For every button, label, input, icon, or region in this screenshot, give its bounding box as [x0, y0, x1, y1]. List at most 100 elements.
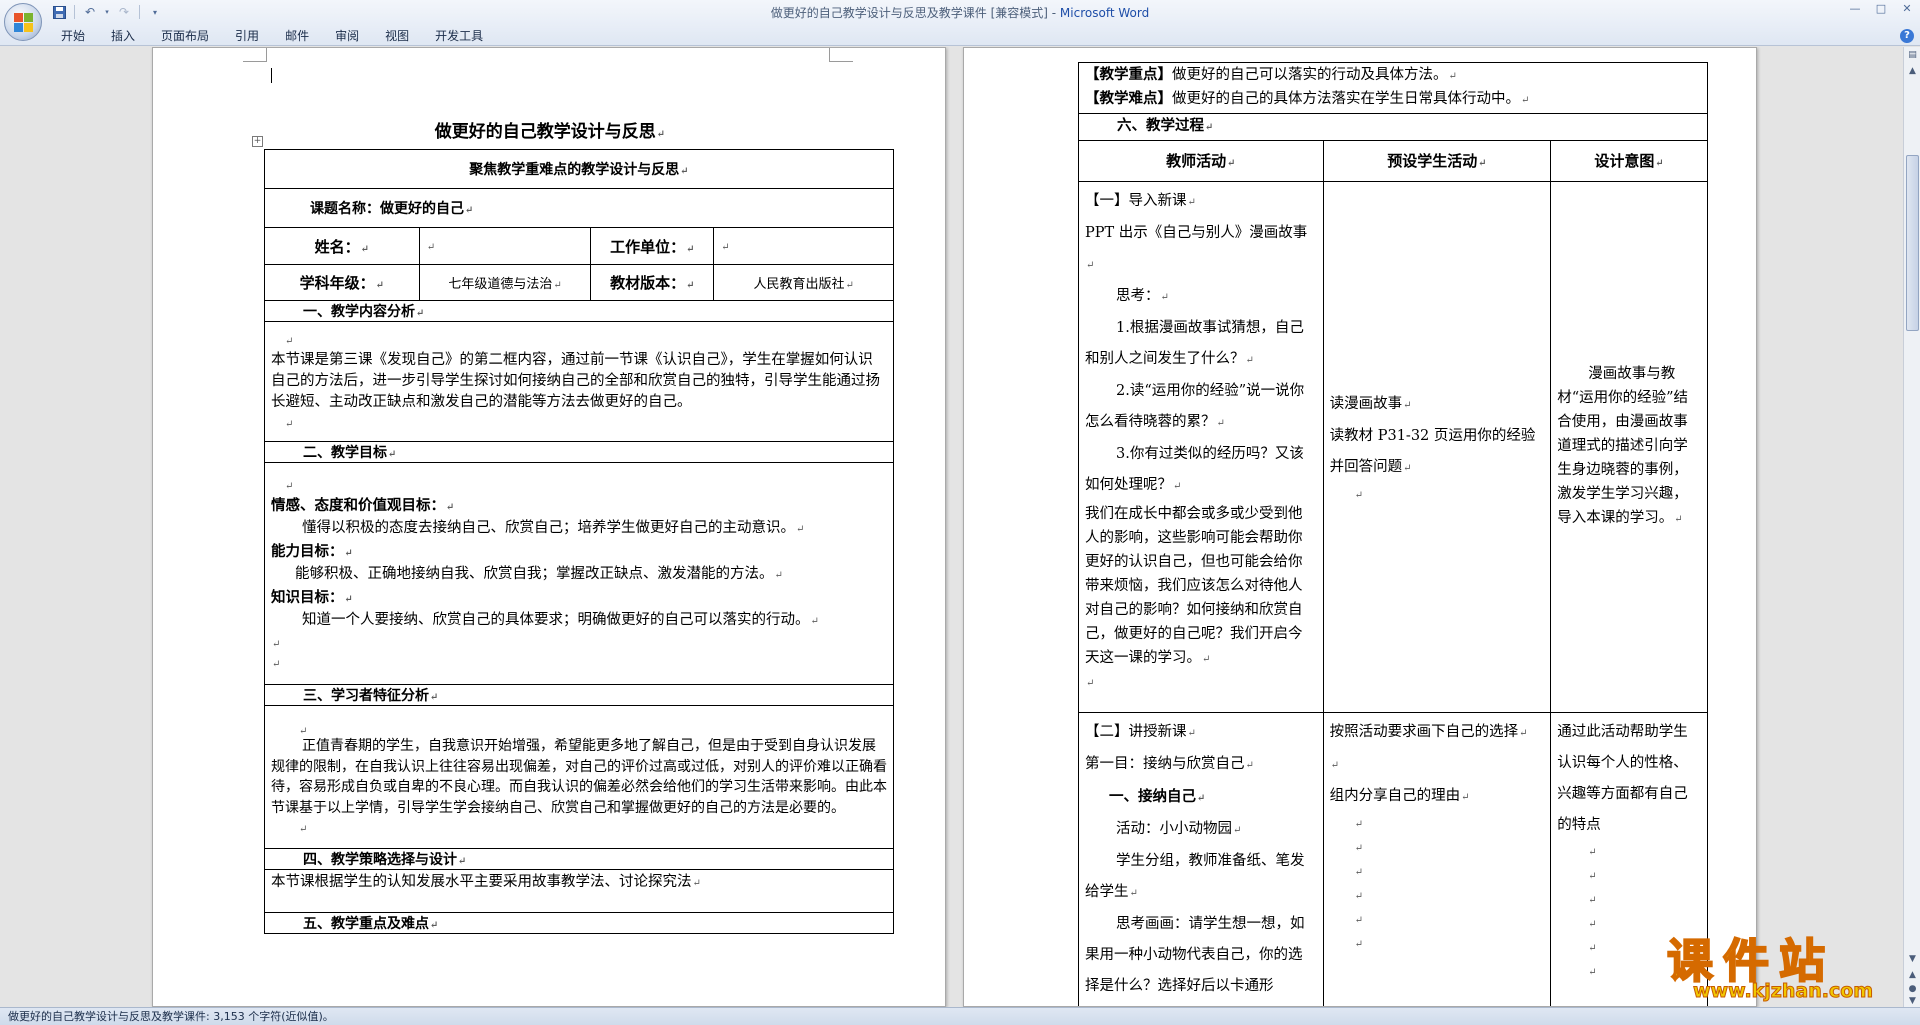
- r1-teacher-line-text: PPT 出示《自己与别人》漫画故事: [1085, 225, 1308, 241]
- r2-teacher-line: 第一目：接纳与欣赏自己↵: [1085, 756, 1254, 772]
- document-area[interactable]: 做更好的自己教学设计与反思↵ + 聚焦教学重难点的教学设计与反思↵ 课题名称：做…: [0, 47, 1903, 1007]
- tab-view[interactable]: 视图: [372, 26, 422, 46]
- r1-student-line-text: 读漫画故事: [1329, 395, 1403, 412]
- key-point-line: 【教学重点】做更好的自己可以落实的行动及具体方法。↵: [1085, 66, 1457, 83]
- tab-page-layout[interactable]: 页面布局: [148, 26, 222, 46]
- name-label: 姓名：: [314, 237, 360, 256]
- section-body-1: ↵ 本节课是第三课《发现自己》的第二框内容，通过前一节课《认识自己》，学生在掌握…: [264, 321, 894, 442]
- r1-intent-cell: 漫画故事与教材“运用你的经验”结合使用，由漫画故事道理式的描述引向学生身边晓蓉的…: [1550, 181, 1708, 713]
- table-move-handle-icon[interactable]: +: [252, 136, 263, 147]
- r2-teacher-line: 【二】讲授新课↵: [1085, 724, 1196, 740]
- undo-dropdown-icon[interactable]: ▾: [103, 4, 111, 20]
- window-title: 做更好的自己教学设计与反思及教学课件 [兼容模式] - Microsoft Wo…: [0, 4, 1920, 21]
- goal-1-label: 情感、态度和价值观目标：↵: [271, 496, 455, 514]
- section-2-title: 二、教学目标: [303, 445, 387, 461]
- r2-teacher-line-text: 学生分组，教师准备纸、笔发给学生: [1085, 853, 1305, 900]
- page-title: 做更好的自己教学设计与反思↵: [434, 122, 666, 142]
- key-points-cell: 【教学重点】做更好的自己可以落实的行动及具体方法。↵ 【教学难点】做更好的自己的…: [1078, 62, 1708, 114]
- section-heading-2: 二、教学目标↵: [264, 441, 894, 463]
- save-icon[interactable]: [50, 4, 68, 20]
- col-student-text: 预设学生活动: [1387, 151, 1478, 170]
- difficulty-text: 做更好的自己的具体方法落实在学生日常具体行动中。: [1172, 91, 1520, 107]
- grade-value-cell: 七年级道德与法治↵: [418, 264, 592, 301]
- name-label-cell: 姓名：↵: [264, 227, 420, 265]
- r2-teacher-line: 学生分组，教师准备纸、笔发给学生↵: [1085, 853, 1305, 900]
- edition-label-cell: 教材版本：↵: [590, 264, 715, 301]
- course-name-cell: 课题名称：做更好的自己↵: [264, 188, 894, 228]
- r1-teacher-line: 思考：↵: [1116, 288, 1169, 304]
- tab-insert[interactable]: 插入: [98, 26, 148, 46]
- tab-references[interactable]: 引用: [222, 26, 272, 46]
- r2-teacher-line-text: 一、接纳自己: [1109, 788, 1196, 805]
- goal-2-label-text: 能力目标：: [271, 542, 344, 560]
- tab-home[interactable]: 开始: [48, 26, 98, 46]
- goal-1-content: 懂得以积极的态度去接纳自己、欣赏自己；培养学生做更好自己的主动意识。: [302, 520, 795, 536]
- r1-teacher-line-text: 3.你有过类似的经历吗？又该如何处理呢？: [1085, 446, 1304, 493]
- customize-toolbar-icon[interactable]: ▾: [146, 4, 164, 20]
- col-header-student: 预设学生活动↵: [1322, 140, 1552, 182]
- course-name: 课题名称：做更好的自己: [310, 201, 464, 217]
- scroll-up-icon[interactable]: ▲: [1905, 63, 1920, 79]
- word-count-status[interactable]: 做更好的自己教学设计与反思及教学课件: 3,153 个字符(近似值)。: [8, 1010, 334, 1023]
- crop-mark: [243, 48, 267, 62]
- goal-3-text: 知道一个人要接纳、欣赏自己的具体要求；明确做更好的自己可以落实的行动。↵: [302, 612, 819, 628]
- name-value-cell[interactable]: ↵: [418, 227, 592, 265]
- close-button[interactable]: ✕: [1898, 2, 1916, 16]
- r2-intent-text: 通过此活动帮助学生认识每个人的性格、兴趣等方面都有自己的特点: [1557, 717, 1701, 841]
- r2-teacher-cell: 【二】讲授新课↵ 第一目：接纳与欣赏自己↵ 一、接纳自己↵ 活动：小小动物园↵ …: [1078, 712, 1324, 1006]
- scrollbar-thumb[interactable]: [1906, 155, 1919, 331]
- empty-lines: ↵ ↵ ↵ ↵ ↵ ↵: [1354, 819, 1363, 950]
- difficulty-label: 【教学难点】: [1085, 90, 1172, 107]
- section-4-title: 四、教学策略选择与设计: [303, 852, 457, 868]
- col-header-intent: 设计意图↵: [1550, 140, 1708, 182]
- undo-icon[interactable]: ↶: [81, 4, 99, 20]
- r2-student-line-text: 按照活动要求画下自己的选择: [1329, 724, 1519, 740]
- section-heading-5: 五、教学重点及难点↵: [264, 912, 894, 934]
- r1-teacher-cell: 【一】导入新课↵ PPT 出示《自己与别人》漫画故事↵ 思考：↵ 1.根据漫画故…: [1078, 181, 1324, 713]
- section-3-text: 正值青春期的学生，自我意识开始增强，希望能更多地了解自己，但是由于受到自身认识发…: [271, 738, 887, 816]
- r2-teacher-line: 思考画画：请学生想一想，如果用一种小动物代表自己，你的选择是什么？选择好后以卡通…: [1085, 909, 1317, 1002]
- r2-teacher-line-text: 思考画画：请学生想一想，如果用一种小动物代表自己，你的选择是什么？选择好后以卡通…: [1085, 916, 1305, 994]
- quick-access-toolbar: ↶ ▾ ↷ ▾: [50, 2, 164, 22]
- section-heading-1: 一、教学内容分析↵: [264, 300, 894, 322]
- goal-3-label: 知识目标：↵: [271, 588, 353, 606]
- unit-label-cell: 工作单位：↵: [590, 227, 715, 265]
- maximize-button[interactable]: □: [1872, 2, 1890, 16]
- office-button[interactable]: [4, 3, 42, 41]
- goal-3-label-text: 知识目标：: [271, 588, 344, 606]
- table-row: 【二】讲授新课↵ 第一目：接纳与欣赏自己↵ 一、接纳自己↵ 活动：小小动物园↵ …: [1078, 712, 1708, 1006]
- key-point-text: 做更好的自己可以落实的行动及具体方法。: [1172, 67, 1448, 83]
- section-1-text: 本节课是第三课《发现自己》的第二框内容，通过前一节课《认识自己》，学生在掌握如何…: [271, 352, 880, 410]
- tab-review[interactable]: 审阅: [322, 26, 372, 46]
- separator: [139, 5, 140, 19]
- scroll-down-icon[interactable]: ▼: [1905, 951, 1920, 967]
- minimize-button[interactable]: —: [1846, 2, 1864, 16]
- r2-teacher-line: 一、接纳自己↵: [1109, 788, 1206, 805]
- lesson-plan-table: 聚焦教学重难点的教学设计与反思↵ 课题名称：做更好的自己↵ 姓名：↵ ↵ 工作单…: [264, 149, 894, 934]
- r1-student-line: 读教材 P31-32 页运用你的经验并回答问题↵: [1329, 427, 1536, 475]
- section-heading-3: 三、学习者特征分析↵: [264, 684, 894, 706]
- unit-value-cell[interactable]: ↵: [713, 227, 894, 265]
- section-heading-4: 四、教学策略选择与设计↵: [264, 848, 894, 870]
- redo-icon[interactable]: ↷: [115, 4, 133, 20]
- teaching-process-table: 【教学重点】做更好的自己可以落实的行动及具体方法。↵ 【教学难点】做更好的自己的…: [1078, 62, 1708, 1006]
- page-1[interactable]: 做更好的自己教学设计与反思↵ + 聚焦教学重难点的教学设计与反思↵ 课题名称：做…: [152, 47, 946, 1007]
- edition-value-cell: 人民教育出版社↵: [713, 264, 894, 301]
- watermark-url: www.kjzhan.com: [1692, 980, 1874, 1003]
- empty-line: ↵: [1086, 678, 1095, 689]
- title-bar: ↶ ▾ ↷ ▾ 做更好的自己教学设计与反思及教学课件 [兼容模式] - Micr…: [0, 0, 1920, 46]
- r1-teacher-line: 我们在成长中都会或多或少受到他人的影响，这些影响可能会帮助你更好的认识自己，但也…: [1085, 506, 1303, 666]
- vertical-scrollbar[interactable]: ▤ ▲ ▼ ▲ ● ▼: [1903, 47, 1920, 1007]
- text-cursor: [271, 68, 272, 83]
- r1-teacher-line: PPT 出示《自己与别人》漫画故事↵: [1085, 225, 1308, 271]
- section-1-title: 一、教学内容分析: [303, 304, 415, 320]
- r2-student-cell: 按照活动要求画下自己的选择↵ ↵ 组内分享自己的理由↵ ↵ ↵ ↵ ↵ ↵ ↵: [1322, 712, 1552, 1006]
- document-title: 做更好的自己教学设计与反思及教学课件 [兼容模式] -: [770, 6, 1060, 20]
- crop-mark: [829, 48, 853, 62]
- tab-mailings[interactable]: 邮件: [272, 26, 322, 46]
- help-icon[interactable]: ?: [1900, 29, 1914, 43]
- section-6-title: 六、教学过程: [1117, 117, 1204, 134]
- page-2[interactable]: 【教学重点】做更好的自己可以落实的行动及具体方法。↵ 【教学难点】做更好的自己的…: [963, 47, 1757, 1007]
- tab-developer[interactable]: 开发工具: [422, 26, 496, 46]
- ruler-toggle-icon[interactable]: ▤: [1905, 47, 1920, 63]
